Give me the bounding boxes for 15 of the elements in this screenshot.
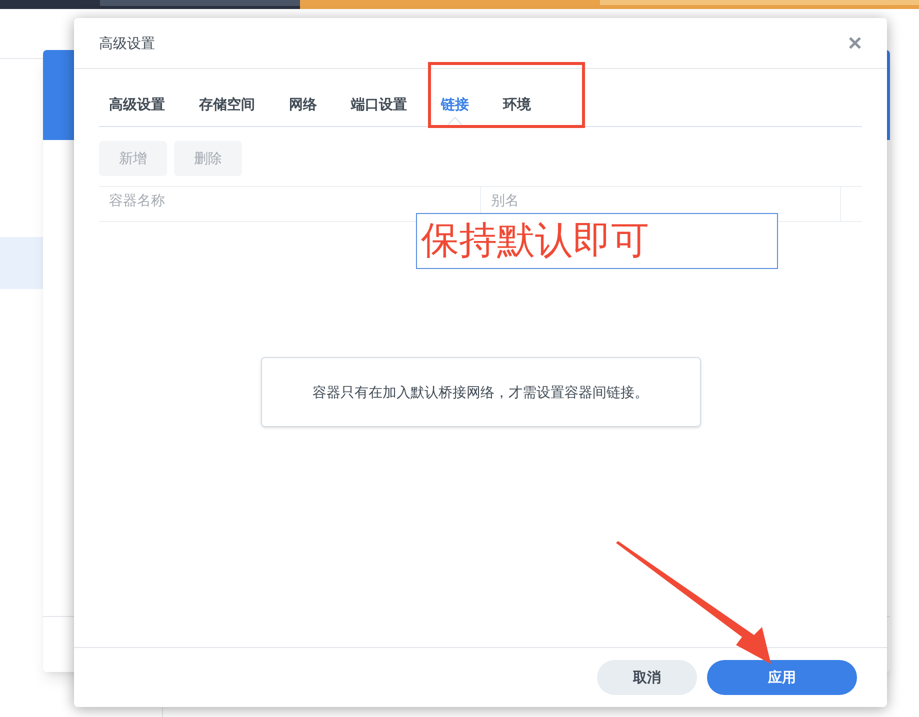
column-header: 别名	[491, 191, 519, 209]
notice-text: 容器只有在加入默认桥接网络，才需设置容器间链接。	[312, 382, 648, 402]
tab[interactable]: 链接	[441, 89, 469, 119]
tab[interactable]: 端口设置	[351, 89, 407, 119]
footer-button[interactable]: 取消	[597, 660, 697, 695]
annotation-text: 保持默认即可	[421, 222, 649, 260]
tab[interactable]: 高级设置	[109, 89, 165, 119]
dialog-title: 高级设置	[99, 34, 155, 52]
tab[interactable]: 网络	[289, 89, 317, 119]
column-header: 容器名称	[109, 191, 165, 209]
tab[interactable]: 环境	[503, 89, 531, 119]
footer-button[interactable]: 应用	[707, 660, 857, 695]
arrow-icon	[614, 541, 772, 665]
close-icon[interactable]	[848, 36, 862, 50]
tab[interactable]: 存储空间	[199, 89, 255, 119]
